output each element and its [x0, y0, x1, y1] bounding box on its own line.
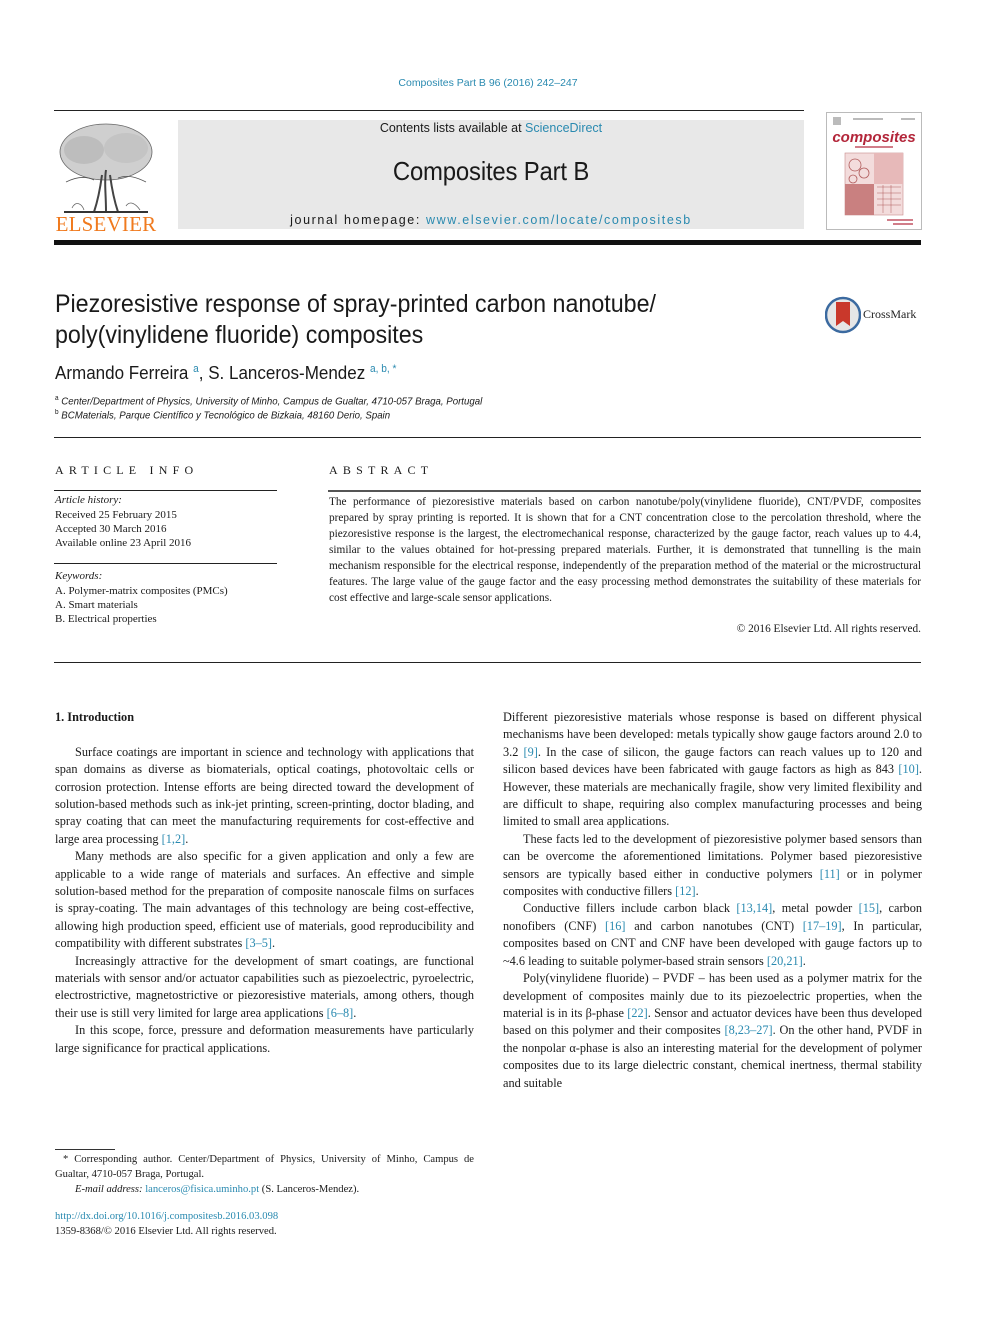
masthead-top-rule: [54, 110, 804, 111]
affiliation-marker: b: [55, 409, 59, 416]
paragraph: Different piezoresistive materials whose…: [503, 709, 922, 831]
article-title-line-2: poly(vinylidene fluoride) composites: [55, 321, 424, 349]
crossmark-button[interactable]: CrossMark: [824, 296, 925, 334]
email-suffix: (S. Lanceros-Mendez).: [259, 1184, 360, 1195]
reference-link[interactable]: [6–8]: [327, 1006, 354, 1020]
keywords-label: Keywords:: [55, 570, 103, 582]
contents-availability: Contents lists available at ScienceDirec…: [178, 121, 804, 135]
front-matter-end-rule: [54, 662, 921, 663]
history-received: Received 25 February 2015: [55, 509, 177, 521]
keyword: A. Smart materials: [55, 599, 138, 611]
paragraph-text: Conductive fillers include carbon black: [523, 901, 737, 916]
paragraph: In this scope, force, pressure and defor…: [55, 1022, 474, 1057]
abstract-text: The performance of piezoresistive materi…: [329, 496, 921, 604]
affiliation-text: Center/Department of Physics, University…: [61, 395, 483, 408]
journal-masthead: Contents lists available at ScienceDirec…: [178, 120, 804, 229]
crossmark-label: CrossMark: [863, 307, 917, 321]
homepage-link[interactable]: www.elsevier.com/locate/compositesb: [426, 213, 692, 227]
abstract-rule: [328, 490, 921, 492]
reference-link[interactable]: [12]: [675, 884, 696, 898]
reference-link[interactable]: [15]: [859, 901, 880, 915]
paragraph-text: . In the case of silicon, the gauge fact…: [503, 744, 922, 777]
paragraph-end: .: [185, 831, 189, 846]
paragraph: These facts led to the development of pi…: [503, 831, 922, 901]
keywords-rule: [54, 563, 277, 564]
journal-citation[interactable]: Composites Part B 96 (2016) 242–247: [0, 77, 976, 89]
doi[interactable]: http://dx.doi.org/10.1016/j.compositesb.…: [55, 1211, 278, 1222]
keyword: A. Polymer-matrix composites (PMCs): [55, 585, 228, 597]
paragraph-end: .: [353, 1005, 357, 1020]
crossmark-icon: [824, 296, 862, 334]
reference-link[interactable]: [13,14]: [736, 901, 772, 915]
affiliation: a Center/Department of Physics, Universi…: [55, 395, 482, 408]
abstract-heading: ABSTRACT: [329, 463, 434, 477]
paragraph: Many methods are also specific for a giv…: [55, 848, 474, 952]
paragraph: Surface coatings are important in scienc…: [55, 744, 474, 848]
reference-link[interactable]: [1,2]: [162, 832, 186, 846]
article-info-rule: [54, 490, 277, 491]
paragraph-text: Surface coatings are important in scienc…: [55, 744, 474, 846]
history-accepted: Accepted 30 March 2016: [55, 523, 167, 535]
cover-image-icon: composites: [832, 117, 916, 225]
footnote-rule: [55, 1149, 115, 1150]
paragraph-text: and carbon nanotubes (CNT): [625, 918, 803, 933]
paragraph: Increasingly attractive for the developm…: [55, 953, 474, 1023]
journal-title[interactable]: Composites Part B: [203, 156, 779, 187]
reference-link[interactable]: [22]: [627, 1006, 648, 1020]
paragraph-text: .: [802, 953, 806, 968]
email-label: E-mail address:: [75, 1184, 143, 1195]
section-heading-introduction: 1. Introduction: [55, 710, 135, 724]
issn-copyright: 1359-8368/© 2016 Elsevier Ltd. All right…: [55, 1226, 277, 1237]
affiliation-text: BCMaterials, Parque Científico y Tecnoló…: [61, 409, 391, 422]
paragraph-end: .: [271, 936, 276, 951]
article-title: Piezoresistive response of spray-printed…: [55, 289, 706, 351]
masthead-bottom-rule: [54, 240, 921, 245]
citation-link[interactable]: Composites Part B 96 (2016) 242–247: [398, 77, 577, 89]
contents-prefix: Contents lists available at: [379, 121, 526, 135]
reference-link[interactable]: [3–5]: [245, 936, 272, 950]
author-name[interactable]: S. Lanceros-Mendez: [208, 362, 365, 383]
body-right-column: Different piezoresistive materials whose…: [503, 709, 922, 1092]
paragraph-text: , metal powder: [772, 901, 859, 916]
paragraph: Conductive fillers include carbon black …: [503, 900, 922, 970]
reference-link[interactable]: [11]: [820, 867, 840, 881]
author-name[interactable]: Armando Ferreira: [55, 362, 188, 383]
cover-title: composites: [832, 129, 915, 146]
author-list: Armando Ferreira a, S. Lanceros-Mendez a…: [55, 362, 396, 384]
doi-link[interactable]: http://dx.doi.org/10.1016/j.compositesb.…: [55, 1211, 278, 1222]
sciencedirect-link[interactable]: ScienceDirect: [525, 121, 602, 135]
history-online: Available online 23 April 2016: [55, 537, 192, 549]
reference-link[interactable]: [10]: [898, 762, 919, 776]
reference-link[interactable]: [17–19]: [803, 919, 842, 933]
journal-cover-thumbnail[interactable]: composites: [826, 112, 922, 230]
paragraph-text: In this scope, force, pressure and defor…: [55, 1023, 474, 1055]
email-line: E-mail address: lanceros@fisica.uminho.p…: [55, 1182, 474, 1197]
reference-link[interactable]: [16]: [605, 919, 626, 933]
journal-homepage: journal homepage: www.elsevier.com/locat…: [178, 213, 804, 227]
homepage-prefix: journal homepage:: [290, 213, 426, 227]
paragraph-text: .: [695, 884, 699, 899]
reference-link[interactable]: [9]: [524, 745, 538, 759]
article-title-line-1: Piezoresistive response of spray-printed…: [55, 290, 656, 318]
elsevier-wordmark: ELSEVIER: [55, 212, 157, 236]
abstract-copyright: © 2016 Elsevier Ltd. All rights reserved…: [736, 623, 921, 635]
corresponding-author-footnote: * Corresponding author. Center/Departmen…: [55, 1152, 474, 1197]
author-separator: ,: [198, 362, 209, 383]
author-affiliation-marker[interactable]: a, b, *: [370, 363, 396, 375]
body-left-column: 1. Introduction Surface coatings are imp…: [55, 709, 474, 1057]
email-link[interactable]: lanceros@fisica.uminho.pt: [145, 1184, 259, 1195]
corresponding-author-note: * Corresponding author. Center/Departmen…: [55, 1154, 474, 1180]
keyword: B. Electrical properties: [55, 613, 157, 625]
affiliation: b BCMaterials, Parque Científico y Tecno…: [55, 409, 390, 422]
article-info-heading: ARTICLE INFO: [55, 463, 199, 477]
paragraph-text: Increasingly attractive for the developm…: [55, 953, 474, 1020]
article-history-label: Article history:: [55, 494, 122, 506]
reference-link[interactable]: [8,23–27]: [724, 1023, 772, 1037]
title-block-rule: [54, 437, 921, 438]
paragraph: Poly(vinylidene fluoride) – PVDF – has b…: [503, 970, 922, 1092]
reference-link[interactable]: [20,21]: [767, 954, 803, 968]
affiliation-marker: a: [55, 395, 59, 402]
